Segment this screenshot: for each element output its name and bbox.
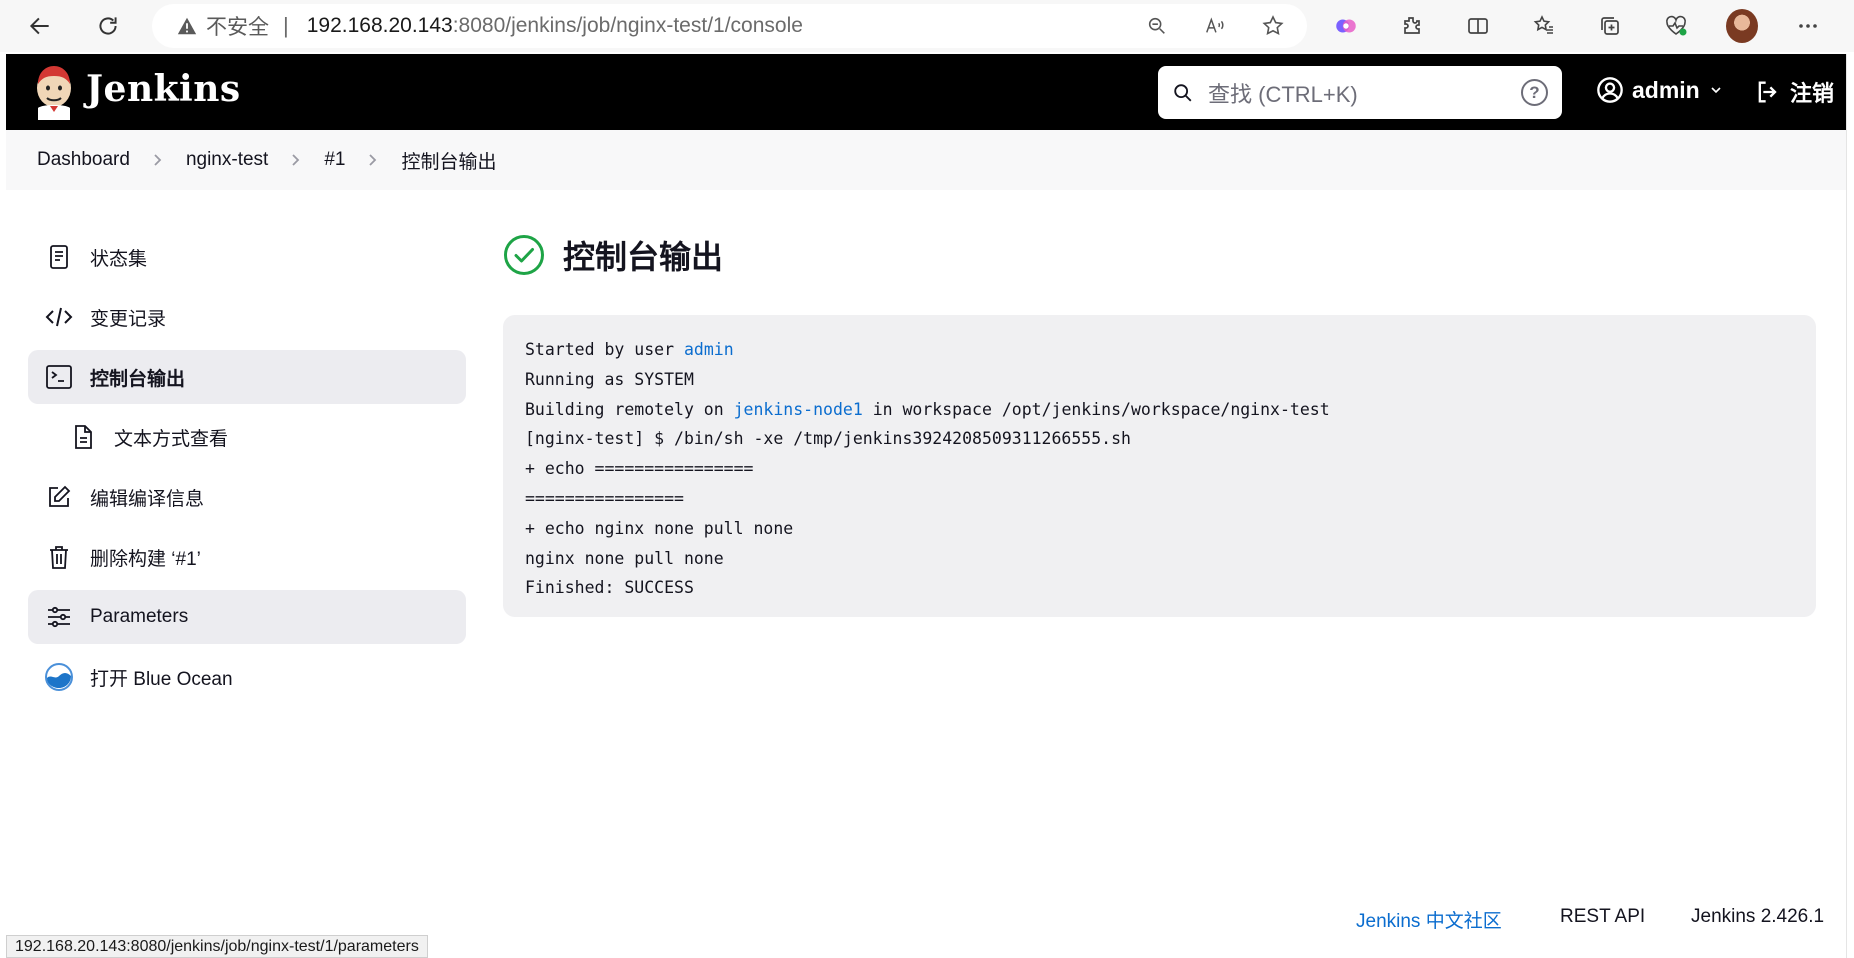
sidebar-item-parameters[interactable]: Parameters — [28, 590, 466, 644]
sidebar-item-label: 编辑编译信息 — [90, 488, 205, 510]
sidebar-item-edit-build-info[interactable]: 编辑编译信息 — [28, 470, 466, 524]
console-line: ================ — [525, 488, 684, 508]
code-icon — [44, 302, 74, 332]
security-warning[interactable]: 不安全 — [176, 11, 269, 41]
edit-icon — [44, 482, 74, 512]
user-icon — [1597, 77, 1623, 103]
console-line: nginx none pull none — [525, 548, 724, 568]
read-aloud-icon[interactable] — [1199, 10, 1231, 42]
node-link[interactable]: jenkins-node1 — [734, 400, 863, 419]
extensions-icon[interactable] — [1396, 10, 1428, 42]
console-line: + echo nginx none pull none — [525, 518, 794, 538]
browser-toolbar: 不安全 | 192.168.20.143:8080/jenkins/job/ng… — [0, 0, 1854, 52]
breadcrumb: Dashboard nginx-test #1 控制台输出 — [6, 130, 1846, 190]
url-path: :8080/jenkins/job/nginx-test/1/console — [452, 14, 803, 37]
chevron-right-icon — [367, 153, 379, 167]
console-line: Finished: SUCCESS — [525, 578, 694, 598]
user-menu[interactable]: admin — [1596, 76, 1724, 104]
jenkins-logo-icon[interactable] — [30, 64, 78, 120]
footer-rest-api-link[interactable]: REST API — [1560, 906, 1645, 928]
logout-label: 注销 — [1790, 81, 1835, 106]
refresh-icon[interactable] — [90, 8, 126, 44]
breadcrumb-job[interactable]: nginx-test — [180, 149, 274, 171]
jenkins-header: Jenkins 查找 (CTRL+K) ? admin 注销 — [6, 54, 1846, 130]
page-title-text: 控制台输出 — [563, 239, 724, 275]
sidebar: 状态集 变更记录 控制台输出 文本方式查看 编辑编译信息 删除构建 ‘#1’ P… — [28, 230, 466, 710]
sidebar-item-label: 文本方式查看 — [114, 428, 229, 450]
warning-icon — [177, 17, 197, 35]
sidebar-item-delete-build[interactable]: 删除构建 ‘#1’ — [28, 530, 466, 584]
favorite-star-icon[interactable] — [1257, 10, 1289, 42]
back-icon[interactable] — [22, 8, 58, 44]
security-label: 不安全 — [206, 16, 269, 39]
sliders-icon — [44, 602, 74, 632]
sidebar-item-label: 打开 Blue Ocean — [90, 668, 233, 690]
console-line: [nginx-test] $ /bin/sh -xe /tmp/jenkins3… — [525, 429, 1131, 449]
console-text: Building remotely on — [525, 399, 734, 419]
chevron-down-icon — [1711, 87, 1721, 94]
console-line: + echo ================ — [525, 459, 754, 479]
search-icon — [1174, 83, 1192, 101]
sidebar-item-blue-ocean[interactable]: 打开 Blue Ocean — [28, 650, 466, 704]
favorites-icon[interactable] — [1528, 10, 1560, 42]
search-box[interactable]: 查找 (CTRL+K) ? — [1158, 66, 1562, 119]
sidebar-item-changes[interactable]: 变更记录 — [28, 290, 466, 344]
chevron-right-icon — [152, 153, 164, 167]
breadcrumb-console[interactable]: 控制台输出 — [395, 147, 502, 174]
footer-version[interactable]: Jenkins 2.426.1 — [1691, 906, 1824, 928]
console-line: Building remotely on jenkins-node1 in wo… — [525, 395, 1794, 425]
blue-ocean-icon — [44, 662, 74, 692]
scrollbar[interactable] — [1846, 54, 1854, 958]
help-icon[interactable]: ? — [1521, 79, 1548, 106]
sidebar-item-label: 变更记录 — [90, 308, 167, 330]
trash-icon — [44, 542, 74, 572]
url-host: 192.168.20.143 — [306, 14, 453, 37]
sidebar-item-label: Parameters — [90, 606, 189, 627]
address-separator: | — [283, 13, 289, 38]
terminal-icon — [44, 362, 74, 392]
console-line: Running as SYSTEM — [525, 369, 694, 389]
breadcrumb-build[interactable]: #1 — [318, 149, 351, 171]
console-text: Started by user — [525, 340, 684, 359]
console-text: in workspace /opt/jenkins/workspace/ngin… — [862, 399, 1330, 419]
status-bar-url: 192.168.20.143:8080/jenkins/job/nginx-te… — [6, 935, 428, 958]
health-icon[interactable] — [1660, 10, 1692, 42]
user-link[interactable]: admin — [684, 340, 734, 359]
success-check-icon — [504, 235, 544, 275]
copilot-icon[interactable] — [1330, 10, 1362, 42]
sidebar-item-plain-text[interactable]: 文本方式查看 — [28, 410, 466, 464]
user-name: admin — [1632, 76, 1700, 103]
search-input[interactable]: 查找 (CTRL+K) — [1208, 77, 1358, 109]
breadcrumb-dashboard[interactable]: Dashboard — [31, 149, 136, 171]
sidebar-item-label: 控制台输出 — [90, 368, 186, 390]
file-text-icon — [68, 422, 98, 452]
logout-button[interactable]: 注销 — [1754, 76, 1834, 108]
sidebar-item-label: 删除构建 ‘#1’ — [90, 548, 201, 570]
collections-icon[interactable] — [1594, 10, 1626, 42]
footer-community-link[interactable]: Jenkins 中文社区 — [1356, 906, 1502, 933]
more-menu-icon[interactable] — [1792, 10, 1824, 42]
page-title: 控制台输出 — [503, 232, 723, 278]
split-screen-icon[interactable] — [1462, 10, 1494, 42]
jenkins-brand[interactable]: Jenkins — [86, 68, 241, 110]
sidebar-item-label: 状态集 — [90, 248, 148, 270]
logout-icon — [1758, 81, 1777, 103]
console-line: Started by user admin — [525, 335, 1794, 365]
console-output: Started by user admin Running as SYSTEM … — [503, 315, 1816, 617]
chevron-right-icon — [290, 153, 302, 167]
avatar[interactable] — [1726, 9, 1758, 43]
zoom-out-icon[interactable] — [1141, 10, 1173, 42]
document-icon — [44, 242, 74, 272]
sidebar-item-console[interactable]: 控制台输出 — [28, 350, 466, 404]
sidebar-item-status[interactable]: 状态集 — [28, 230, 466, 284]
address-bar[interactable]: 不安全 | 192.168.20.143:8080/jenkins/job/ng… — [152, 4, 1307, 48]
